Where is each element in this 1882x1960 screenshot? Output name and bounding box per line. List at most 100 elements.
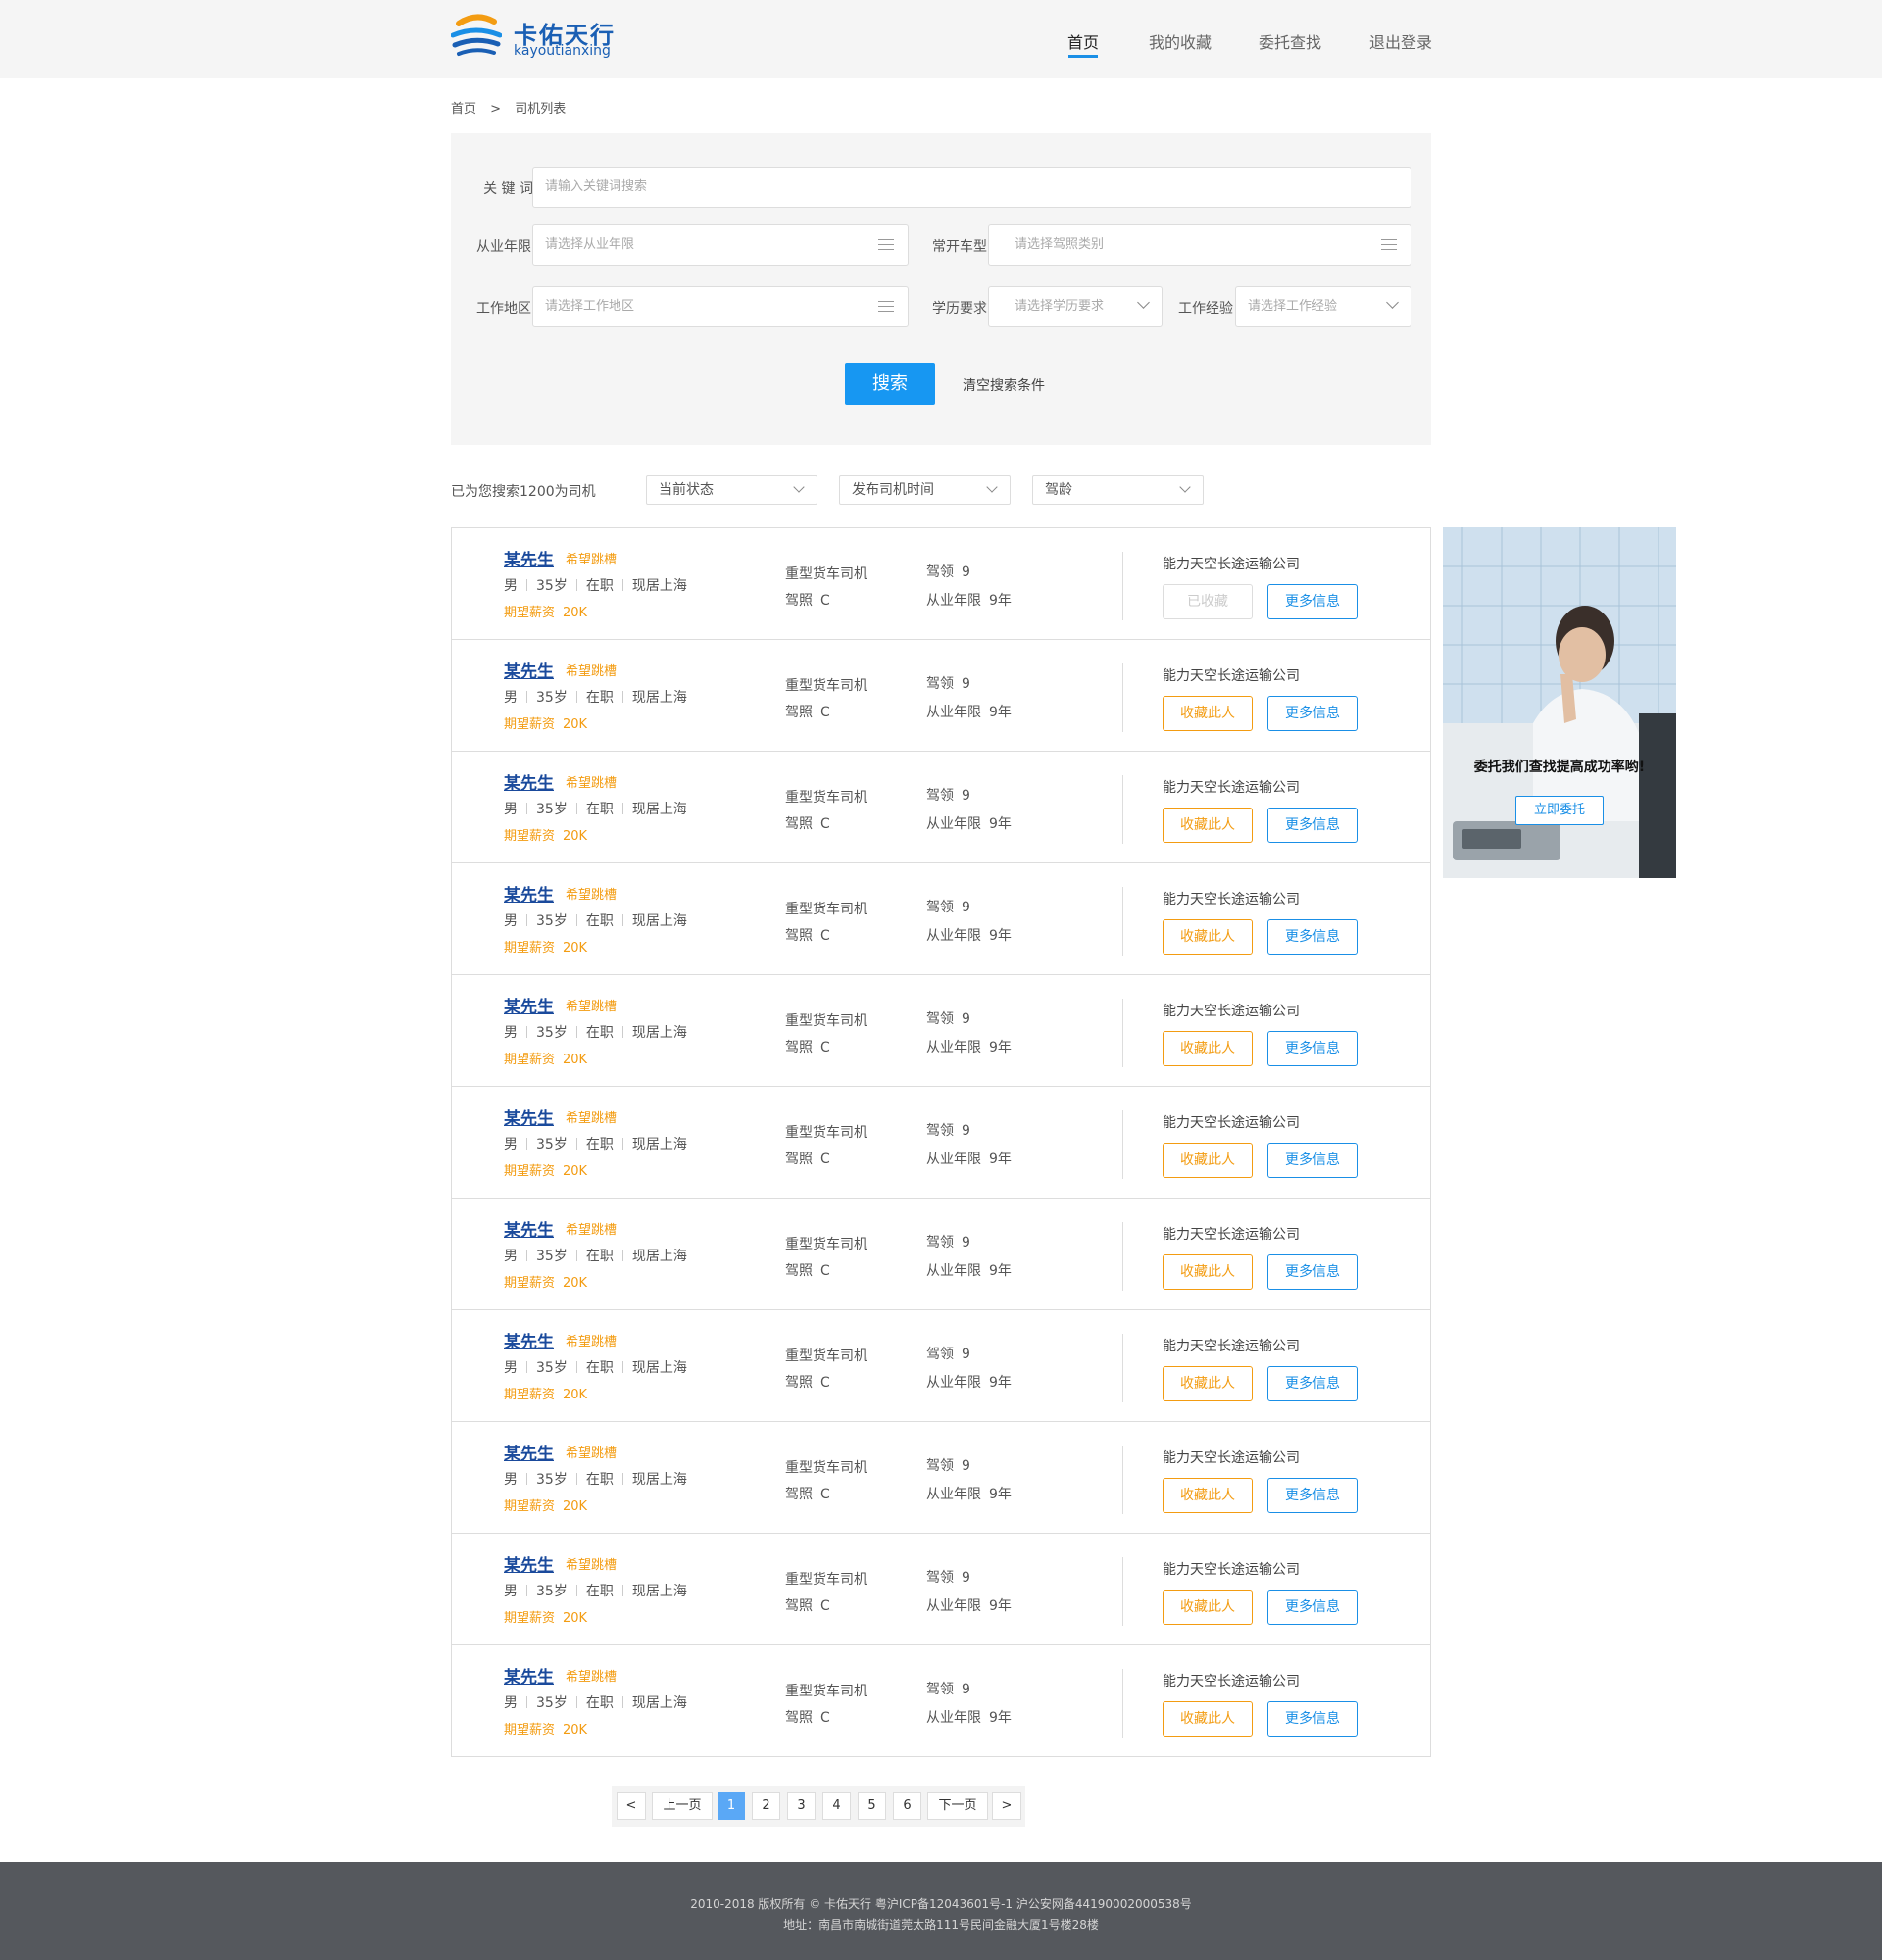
divider [526, 1696, 527, 1708]
driving-age-label: 驾领 [926, 1123, 954, 1139]
driver-row: 某先生 希望跳槽 男 35岁 在职 现居上海 期望薪资 20K 重型货车司机 驾照 C 驾… [452, 863, 1430, 975]
divider [575, 1026, 577, 1038]
driver-location: 现居上海 [631, 1584, 687, 1599]
page-5-button[interactable]: 5 [858, 1792, 886, 1820]
collect-button[interactable]: 收藏此人 [1163, 1590, 1253, 1625]
collect-button[interactable]: 收藏此人 [1163, 1143, 1253, 1178]
area-placeholder: 请选择工作地区 [545, 299, 635, 314]
more-info-button[interactable]: 更多信息 [1267, 1590, 1358, 1625]
status-filter[interactable]: 当前状态 [646, 475, 817, 505]
collect-button[interactable]: 收藏此人 [1163, 808, 1253, 843]
vehicle-select[interactable]: 请选择驾照类别 [988, 224, 1412, 266]
collect-button[interactable]: 收藏此人 [1163, 1366, 1253, 1401]
driver-job: 重型货车司机 [785, 1125, 867, 1141]
delegate-now-button[interactable]: 立即委托 [1515, 796, 1604, 825]
driving-age-value: 9 [962, 1011, 970, 1027]
page-3-button[interactable]: 3 [787, 1792, 816, 1820]
more-info-button[interactable]: 更多信息 [1267, 919, 1358, 955]
divider [575, 1696, 577, 1708]
page-6-button[interactable]: 6 [893, 1792, 921, 1820]
driver-tag: 希望跳槽 [566, 553, 618, 567]
search-button[interactable]: 搜索 [845, 363, 935, 405]
salary-label: 期望薪资 [504, 717, 556, 732]
chevron-down-icon [1386, 296, 1399, 309]
collect-button[interactable]: 收藏此人 [1163, 1254, 1253, 1290]
driver-name[interactable]: 某先生 [504, 1551, 554, 1576]
driver-status: 在职 [585, 1360, 614, 1376]
chevron-down-icon [1179, 481, 1191, 493]
footer-address: 地址：南昌市南城街道莞太路111号民间金融大厦1号楼28楼 [783, 1918, 1099, 1932]
next-page-button[interactable]: 下一页 [927, 1792, 988, 1820]
driver-name[interactable]: 某先生 [504, 1216, 554, 1241]
more-info-button[interactable]: 更多信息 [1267, 696, 1358, 731]
header: 卡佑天行 kayoutianxing 首页 我的收藏 委托查找 退出登录 [0, 0, 1882, 78]
driver-job: 重型货车司机 [785, 1348, 867, 1364]
driver-row: 某先生 希望跳槽 男 35岁 在职 现居上海 期望薪资 20K 重型货车司机 驾照 C 驾… [452, 1310, 1430, 1422]
breadcrumb-separator: > [490, 102, 502, 117]
driver-name[interactable]: 某先生 [504, 1104, 554, 1129]
publish-time-filter[interactable]: 发布司机时间 [839, 475, 1011, 505]
driver-name[interactable]: 某先生 [504, 1328, 554, 1352]
collect-button[interactable]: 收藏此人 [1163, 1031, 1253, 1066]
breadcrumb-home[interactable]: 首页 [451, 102, 476, 117]
nav-logout[interactable]: 退出登录 [1369, 29, 1432, 53]
exp-select[interactable]: 请选择工作经验 [1235, 286, 1412, 327]
driving-age-value: 9 [962, 1458, 970, 1474]
first-page-button[interactable]: < [617, 1792, 646, 1820]
clear-search-button[interactable]: 清空搜索条件 [963, 375, 1045, 395]
prev-page-button[interactable]: 上一页 [652, 1792, 713, 1820]
collect-button[interactable]: 收藏此人 [1163, 1478, 1253, 1513]
row-divider [1122, 887, 1123, 956]
more-info-button[interactable]: 更多信息 [1267, 1478, 1358, 1513]
salary-value: 20K [563, 1723, 588, 1738]
more-info-button[interactable]: 更多信息 [1267, 584, 1358, 619]
driver-location: 现居上海 [631, 1249, 687, 1264]
more-info-button[interactable]: 更多信息 [1267, 1254, 1358, 1290]
nav-favorites[interactable]: 我的收藏 [1149, 29, 1212, 53]
driver-tag: 希望跳槽 [566, 664, 618, 679]
more-info-button[interactable]: 更多信息 [1267, 1366, 1358, 1401]
more-info-button[interactable]: 更多信息 [1267, 808, 1358, 843]
driver-name[interactable]: 某先生 [504, 993, 554, 1017]
collected-button[interactable]: 已收藏 [1163, 584, 1253, 619]
driving-age-label: 驾领 [926, 788, 954, 804]
driver-name[interactable]: 某先生 [504, 658, 554, 682]
driver-info: 男 35岁 在职 现居上海 [504, 1357, 687, 1377]
delegate-ad-banner[interactable]: 委托我们查找提高成功率哟! 立即委托 [1443, 527, 1676, 878]
driver-status: 在职 [585, 913, 614, 929]
driver-age: 35岁 [536, 1472, 568, 1488]
driver-name[interactable]: 某先生 [504, 1663, 554, 1688]
driver-name[interactable]: 某先生 [504, 1440, 554, 1464]
years-label: 从业年限 [926, 1040, 981, 1055]
area-select[interactable]: 请选择工作地区 [532, 286, 909, 327]
edu-select[interactable]: 请选择学历要求 [988, 286, 1163, 327]
page-4-button[interactable]: 4 [822, 1792, 851, 1820]
driver-years: 从业年限 9年 [926, 590, 1012, 610]
driver-info: 男 35岁 在职 现居上海 [504, 1134, 687, 1153]
more-info-button[interactable]: 更多信息 [1267, 1031, 1358, 1066]
more-info-button[interactable]: 更多信息 [1267, 1143, 1358, 1178]
collect-button[interactable]: 收藏此人 [1163, 919, 1253, 955]
divider [575, 691, 577, 703]
driver-name[interactable]: 某先生 [504, 881, 554, 906]
last-page-button[interactable]: > [992, 1792, 1021, 1820]
years-select[interactable]: 请选择从业年限 [532, 224, 909, 266]
driver-info: 男 35岁 在职 现居上海 [504, 1692, 687, 1712]
license-label: 驾照 [785, 928, 813, 944]
license-value: C [820, 1263, 830, 1279]
logo[interactable]: 卡佑天行 kayoutianxing [451, 10, 627, 65]
divider [526, 914, 527, 926]
driver-name[interactable]: 某先生 [504, 769, 554, 794]
nav-home[interactable]: 首页 [1067, 29, 1099, 53]
page-2-button[interactable]: 2 [752, 1792, 780, 1820]
collect-button[interactable]: 收藏此人 [1163, 1701, 1253, 1737]
driver-name[interactable]: 某先生 [504, 546, 554, 570]
driving-age-value: 9 [962, 1682, 970, 1697]
nav-delegate-search[interactable]: 委托查找 [1259, 29, 1321, 53]
divider [575, 1473, 577, 1485]
page-1-button[interactable]: 1 [718, 1792, 745, 1820]
collect-button[interactable]: 收藏此人 [1163, 696, 1253, 731]
more-info-button[interactable]: 更多信息 [1267, 1701, 1358, 1737]
keyword-input[interactable]: 请输入关键词搜索 [532, 167, 1412, 208]
driving-age-filter[interactable]: 驾龄 [1032, 475, 1204, 505]
